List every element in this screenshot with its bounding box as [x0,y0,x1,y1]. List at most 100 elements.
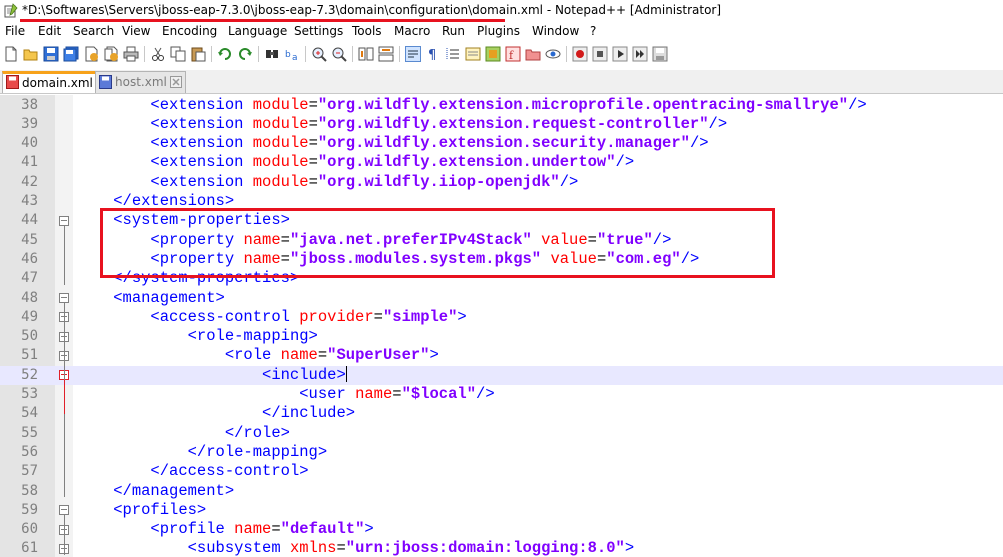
menu-tools[interactable]: Tools [352,24,382,38]
code-line[interactable]: 60 <profile name="default"> [0,520,1003,539]
line-number: 46 [21,250,38,267]
save-icon[interactable] [43,46,59,62]
close-all-icon[interactable] [103,46,119,62]
menu-settings[interactable]: Settings [294,24,343,38]
zoom-in-icon[interactable] [311,46,327,62]
menu-language[interactable]: Language [228,24,287,38]
copy-icon[interactable] [170,46,186,62]
code-text: <profile name="default"> [150,520,374,539]
fold-toggle-icon[interactable] [59,215,69,226]
playback-macro-icon[interactable] [612,46,628,62]
tab-label: host.xml [115,75,167,89]
code-line[interactable]: 55 </role> [0,424,1003,443]
toolbar-separator [305,46,306,62]
code-line[interactable]: 49 <access-control provider="simple"> [0,308,1003,327]
code-text: <extension module="org.wildfly.iiop-open… [150,172,579,191]
tab-host-xml[interactable]: host.xml [95,71,186,93]
code-text: </system-properties> [113,269,300,288]
find-icon[interactable] [264,46,280,62]
open-file-icon[interactable] [23,46,39,62]
fold-toggle-icon[interactable] [59,505,69,516]
menu-run[interactable]: Run [442,24,465,38]
menu-edit[interactable]: Edit [38,24,61,38]
word-wrap-icon[interactable] [405,46,421,62]
menu-file[interactable]: File [5,24,25,38]
code-text: <extension module="org.wildfly.extension… [150,153,635,172]
code-line[interactable]: 40 <extension module="org.wildfly.extens… [0,134,1003,153]
save-macro-icon[interactable] [652,46,668,62]
code-line[interactable]: 39 <extension module="org.wildfly.extens… [0,115,1003,134]
line-number: 42 [21,173,38,190]
paste-icon[interactable] [190,46,206,62]
menu-view[interactable]: View [122,24,150,38]
code-line[interactable]: 54 </include> [0,404,1003,423]
svg-text:a: a [292,53,298,62]
menu-window[interactable]: Window [532,24,579,38]
close-tab-icon[interactable] [169,76,182,88]
fold-toggle-icon[interactable] [59,293,69,304]
code-line[interactable]: 51 <role name="SuperUser"> [0,346,1003,365]
redo-icon[interactable] [237,46,253,62]
indent-guide-icon[interactable] [445,46,461,62]
code-line[interactable]: 61 <subsystem xmlns="urn:jboss:domain:lo… [0,539,1003,557]
folder-as-workspace-icon[interactable]: f [505,46,521,62]
line-number: 40 [21,135,38,152]
show-all-characters-icon[interactable]: ¶ [425,46,441,62]
folder-icon[interactable] [525,46,541,62]
run-macro-multiple-icon[interactable] [632,46,648,62]
print-icon[interactable] [123,46,139,62]
code-line[interactable]: 43 </extensions> [0,192,1003,211]
code-text: <extension module="org.wildfly.extension… [150,114,728,133]
document-map-icon[interactable] [465,46,481,62]
code-line[interactable]: 44 <system-properties> [0,211,1003,230]
record-macro-icon[interactable] [572,46,588,62]
code-line[interactable]: 42 <extension module="org.wildfly.iiop-o… [0,173,1003,192]
toolbar-separator [144,46,145,62]
save-all-icon[interactable] [63,46,79,62]
sync-horizontal-icon[interactable] [378,46,394,62]
menu-plugins[interactable]: Plugins [477,24,520,38]
code-line[interactable]: 47 </system-properties> [0,269,1003,288]
menu-macro[interactable]: Macro [394,24,430,38]
code-line[interactable]: 45 <property name="java.net.preferIPv4St… [0,231,1003,250]
zoom-out-icon[interactable] [331,46,347,62]
code-line[interactable]: 46 <property name="jboss.modules.system.… [0,250,1003,269]
menu-encoding[interactable]: Encoding [162,24,217,38]
code-line[interactable]: 57 </access-control> [0,462,1003,481]
code-line[interactable]: 50 <role-mapping> [0,327,1003,346]
monitoring-icon[interactable] [545,46,561,62]
line-number: 55 [21,424,38,441]
cut-icon[interactable] [150,46,166,62]
code-line[interactable]: 59 <profiles> [0,501,1003,520]
menu-search[interactable]: Search [73,24,114,38]
code-text: <user name="$local"/> [299,385,495,403]
line-number: 53 [21,386,38,402]
code-text: </role-mapping> [187,442,328,461]
toolbar-separator [399,46,400,62]
code-line[interactable]: 58 </management> [0,482,1003,501]
line-number: 58 [21,482,38,499]
replace-icon[interactable]: ba [284,46,300,62]
code-text: <management> [113,288,225,307]
close-icon[interactable] [83,46,99,62]
menu-help[interactable]: ? [590,24,596,38]
line-number: 38 [21,96,38,113]
code-line[interactable]: 52 <include> [0,365,1003,385]
code-line[interactable]: 41 <extension module="org.wildfly.extens… [0,153,1003,172]
stop-recording-icon[interactable] [592,46,608,62]
code-editor[interactable]: 38 <extension module="org.wildfly.extens… [0,95,1003,557]
undo-icon[interactable] [217,46,233,62]
code-line[interactable]: 53 <user name="$local"/> [0,385,1003,404]
line-number: 59 [21,501,38,518]
code-line[interactable]: 48 <management> [0,289,1003,308]
title-bar: *D:\Softwares\Servers\jboss-eap-7.3.0\jb… [0,0,1003,22]
svg-text:b: b [285,50,291,60]
menu-bar: File Edit Search View Encoding Language … [0,22,1003,42]
line-number: 60 [21,521,38,538]
code-line[interactable]: 56 </role-mapping> [0,443,1003,462]
new-file-icon[interactable] [3,46,19,62]
function-list-icon[interactable] [485,46,501,62]
code-line[interactable]: 38 <extension module="org.wildfly.extens… [0,96,1003,115]
line-number: 39 [21,115,38,132]
sync-vertical-icon[interactable] [358,46,374,62]
